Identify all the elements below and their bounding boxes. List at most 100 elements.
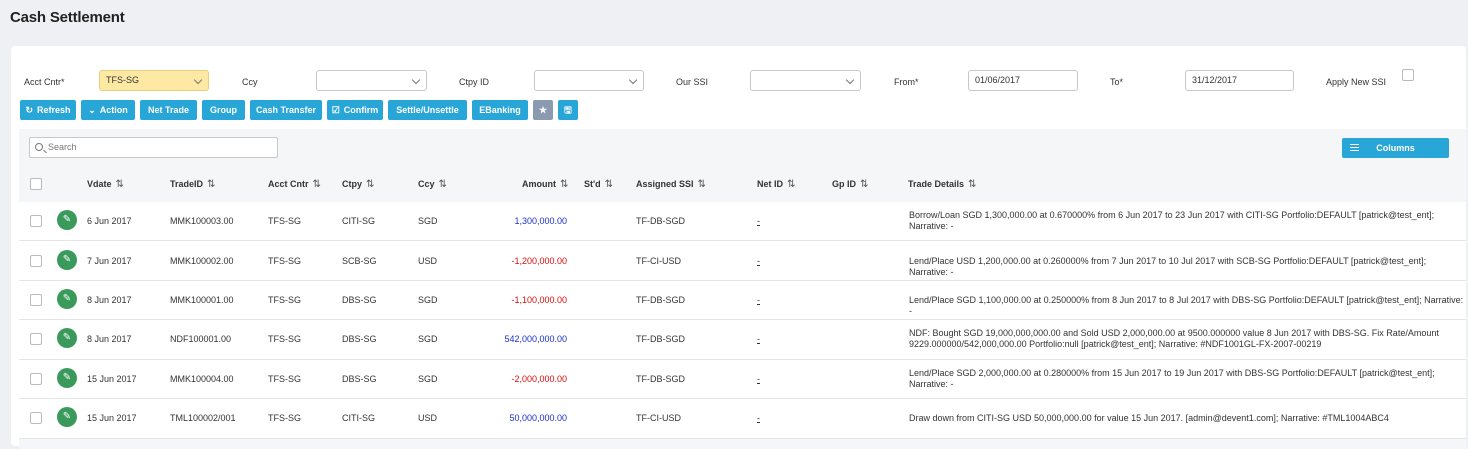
cell-assigned-ssi: TF-CI-USD [636, 256, 681, 266]
edit-icon[interactable]: ✎ [57, 289, 77, 309]
trade-grid: Search Columns Vdate ⇅ TradeID ⇅ Acct Cntr… [19, 129, 1466, 449]
sort-icon[interactable]: ⇅ [698, 179, 706, 190]
edit-icon[interactable]: ✎ [57, 368, 77, 388]
cell-amount: 50,000,000.00 [509, 413, 567, 423]
save-button[interactable]: 🖫 [558, 100, 578, 120]
net-trade-button[interactable]: Net Trade [140, 100, 197, 120]
settle-unsettle-button[interactable]: Settle/Unsettle [388, 100, 467, 120]
sort-icon[interactable]: ⇅ [207, 179, 215, 190]
cell-acct-cntr: TFS-SG [268, 256, 301, 266]
header-trade-id[interactable]: TradeID ⇅ [170, 179, 215, 190]
to-date-value: 31/12/2017 [1192, 75, 1238, 85]
cell-net-id[interactable]: - [757, 295, 760, 305]
header-assigned-ssi[interactable]: Assigned SSI ⇅ [636, 179, 706, 190]
search-icon [35, 143, 43, 151]
sort-icon[interactable]: ⇅ [313, 179, 321, 190]
acct-cntr-select[interactable]: TFS-SG [99, 70, 209, 91]
cell-net-id[interactable]: - [757, 334, 760, 344]
row-checkbox[interactable] [30, 294, 42, 306]
cell-amount: -1,200,000.00 [511, 256, 567, 266]
cell-ctpy: DBS-SG [342, 334, 377, 344]
confirm-button[interactable]: ☑ Confirm [327, 100, 383, 120]
cell-ccy: USD [418, 413, 438, 423]
sort-icon[interactable]: ⇅ [439, 179, 447, 190]
row-checkbox[interactable] [30, 255, 42, 267]
from-date-input[interactable]: 01/06/2017 [968, 70, 1078, 91]
select-all-checkbox[interactable] [30, 178, 42, 190]
sort-icon[interactable]: ⇅ [605, 179, 613, 190]
table-row[interactable]: ✎ 6 Jun 2017 MMK100003.00 TFS-SG CITI-SG… [19, 202, 1466, 241]
table-row[interactable]: ✎ 7 Jun 2017 MMK100002.00 TFS-SG SCB-SG … [19, 241, 1466, 281]
sort-icon[interactable]: ⇅ [116, 179, 124, 190]
cell-trade-id: MMK100003.00 [170, 216, 234, 226]
row-checkbox[interactable] [30, 333, 42, 345]
row-checkbox[interactable] [30, 215, 42, 227]
header-ccy[interactable]: Ccy ⇅ [418, 179, 447, 190]
table-row[interactable]: ✎ 15 Jun 2017 MMK100004.00 TFS-SG DBS-SG… [19, 360, 1466, 399]
ctpy-id-select[interactable] [534, 70, 644, 91]
page-title: Cash Settlement [10, 9, 125, 26]
edit-icon[interactable]: ✎ [57, 210, 77, 230]
to-date-input[interactable]: 31/12/2017 [1185, 70, 1294, 91]
cash-transfer-button[interactable]: Cash Transfer [250, 100, 322, 120]
check-square-icon: ☑ [331, 105, 340, 115]
edit-icon[interactable]: ✎ [57, 328, 77, 348]
ebanking-button[interactable]: EBanking [472, 100, 528, 120]
our-ssi-select[interactable] [750, 70, 861, 91]
sort-icon[interactable]: ⇅ [560, 179, 568, 190]
cell-ctpy: CITI-SG [342, 216, 375, 226]
sort-icon[interactable]: ⇅ [366, 179, 374, 190]
sort-icon[interactable]: ⇅ [860, 179, 868, 190]
cell-amount: 1,300,000.00 [514, 216, 567, 226]
columns-button[interactable]: Columns [1342, 138, 1449, 158]
refresh-button[interactable]: ↻ Refresh [20, 100, 76, 120]
cell-ctpy: DBS-SG [342, 295, 377, 305]
search-input[interactable]: Search [29, 137, 278, 158]
cell-net-id[interactable]: - [757, 413, 760, 423]
header-vdate[interactable]: Vdate ⇅ [87, 179, 124, 190]
cell-net-id[interactable]: - [757, 256, 760, 266]
favorite-button[interactable]: ★ [533, 100, 553, 120]
cell-ccy: SGD [418, 374, 438, 384]
cell-net-id[interactable]: - [757, 374, 760, 384]
table-row[interactable]: ✎ 15 Jun 2017 TML100002/001 TFS-SG CITI-… [19, 399, 1466, 439]
cell-acct-cntr: TFS-SG [268, 334, 301, 344]
chevron-down-icon [628, 75, 638, 85]
header-net-id[interactable]: Net ID ⇅ [757, 179, 795, 190]
table-row[interactable]: ✎ 8 Jun 2017 MMK100001.00 TFS-SG DBS-SG … [19, 281, 1466, 320]
cell-vdate: 15 Jun 2017 [87, 413, 137, 423]
sort-icon[interactable]: ⇅ [787, 179, 795, 190]
cell-assigned-ssi: TF-DB-SGD [636, 295, 685, 305]
ccy-label: Ccy [242, 77, 258, 87]
row-checkbox[interactable] [30, 412, 42, 424]
header-acct-cntr[interactable]: Acct Cntr ⇅ [268, 179, 321, 190]
ccy-select[interactable] [316, 70, 427, 91]
cell-ccy: SGD [418, 334, 438, 344]
cell-trade-id: MMK100001.00 [170, 295, 234, 305]
cell-assigned-ssi: TF-DB-SGD [636, 334, 685, 344]
edit-icon[interactable]: ✎ [57, 250, 77, 270]
columns-label: Columns [1376, 143, 1415, 153]
star-icon: ★ [538, 105, 548, 115]
cell-trade-details: NDF: Bought SGD 19,000,000,000.00 and So… [909, 328, 1439, 349]
chevron-down-icon [193, 75, 203, 85]
table-row[interactable]: ✎ 8 Jun 2017 NDF100001.00 TFS-SG DBS-SG … [19, 320, 1466, 360]
header-ctpy[interactable]: Ctpy ⇅ [342, 179, 374, 190]
row-checkbox[interactable] [30, 373, 42, 385]
apply-new-ssi-checkbox[interactable] [1402, 69, 1414, 81]
cell-vdate: 8 Jun 2017 [87, 295, 132, 305]
action-button[interactable]: ⌄ Action [81, 100, 135, 120]
edit-icon[interactable]: ✎ [57, 407, 77, 427]
cell-vdate: 6 Jun 2017 [87, 216, 132, 226]
sort-icon[interactable]: ⇅ [968, 179, 976, 190]
cell-net-id[interactable]: - [757, 216, 760, 226]
action-label: Action [99, 105, 128, 115]
header-gp-id[interactable]: Gp ID ⇅ [832, 179, 868, 190]
cell-vdate: 7 Jun 2017 [87, 256, 132, 266]
header-trade-details[interactable]: Trade Details ⇅ [908, 179, 976, 190]
refresh-icon: ↻ [25, 105, 34, 115]
group-button[interactable]: Group [202, 100, 245, 120]
header-amount[interactable]: Amount ⇅ [522, 179, 568, 190]
header-stld[interactable]: St'd ⇅ [584, 179, 613, 190]
cell-trade-id: MMK100002.00 [170, 256, 234, 266]
